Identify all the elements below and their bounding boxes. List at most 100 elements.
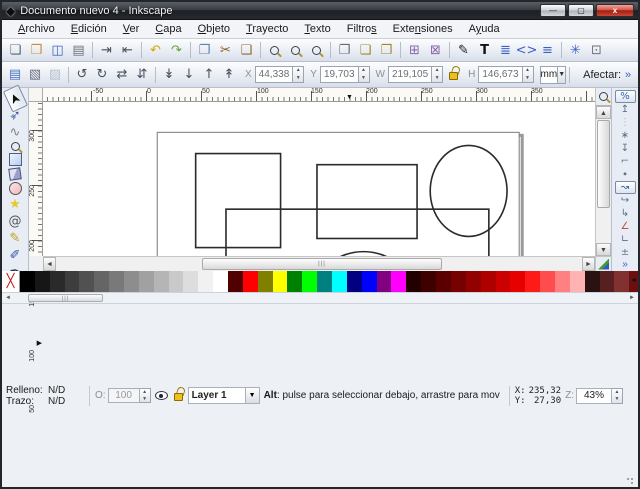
flip-vertical-icon[interactable]: ⇵ [132,65,152,84]
color-swatch[interactable] [406,271,421,292]
vertical-scroll-thumb[interactable] [597,120,610,208]
color-swatch[interactable] [183,271,198,292]
overflow-chevron[interactable]: » [622,259,628,270]
color-swatch[interactable] [525,271,540,292]
width-field[interactable]: 219,105 [388,66,432,83]
ellipse-tool[interactable] [4,181,27,196]
minimize-button[interactable]: — [540,4,566,17]
x-field-spinner[interactable]: ▲▼ [293,66,304,83]
rotate-ccw-icon[interactable]: ↺ [72,65,92,84]
layers-dialog-icon[interactable]: ≣ [495,41,516,60]
snap-nodes[interactable]: ↧ [615,142,636,155]
sticky-zoom-icon[interactable] [596,88,611,106]
spiral-tool[interactable]: @ [4,213,27,230]
duplicate-icon[interactable]: ❐ [334,41,355,60]
scroll-up-arrow[interactable]: ▲ [596,106,611,119]
snap-object-centers[interactable]: ∠ [615,220,636,233]
lower-to-bottom-icon[interactable]: ↡ [159,65,179,84]
palette-arrow-icon[interactable]: ◄ [629,271,638,292]
layer-lock-icon[interactable] [174,393,183,401]
close-button[interactable]: x [596,4,634,17]
color-swatch[interactable] [302,271,317,292]
fill-value[interactable]: N/D [48,385,78,396]
color-swatch[interactable] [332,271,347,292]
snap-midpoints[interactable]: ↳ [615,207,636,220]
undo-icon[interactable]: ↶ [145,41,166,60]
export-icon[interactable]: ⇤ [117,41,138,60]
vertical-scrollbar[interactable]: ▲ ▼ [595,88,611,256]
horizontal-scrollbar[interactable]: ◄ ||| ► [43,256,595,271]
scroll-down-arrow[interactable]: ▼ [596,243,611,256]
color-swatch[interactable] [258,271,273,292]
unit-select[interactable]: mm [540,66,559,84]
color-swatch[interactable] [377,271,392,292]
select-all-layers-icon[interactable]: ▧ [25,65,45,84]
unit-select-dropdown[interactable]: ▼ [558,66,566,84]
document-properties-icon[interactable]: ⊡ [586,41,607,60]
height-field-spinner[interactable]: ▲▼ [523,66,534,83]
deselect-icon[interactable]: ▨ [45,65,65,84]
menu-ver[interactable]: Ver [115,21,148,37]
no-color-swatch[interactable]: ╳ [2,271,20,292]
x-field[interactable]: 44,338 [255,66,294,83]
snap-enable[interactable]: % [615,90,636,103]
drawing-canvas[interactable] [43,102,595,256]
color-swatch[interactable] [600,271,615,292]
menu-capa[interactable]: Capa [147,21,189,37]
zoom-spinner[interactable]: ▲▼ [612,388,623,404]
color-swatch[interactable] [169,271,184,292]
rectangle-tool[interactable] [4,152,27,167]
color-swatch[interactable] [466,271,481,292]
fill-stroke-icon[interactable]: ✎ [453,41,474,60]
color-swatch[interactable] [496,271,511,292]
save-document-icon[interactable]: ◫ [47,41,68,60]
color-swatch[interactable] [451,271,466,292]
copy-icon[interactable]: ❐ [194,41,215,60]
color-swatch[interactable] [555,271,570,292]
snap-path-intersections[interactable]: ∙ [615,168,636,181]
horizontal-ruler[interactable]: -50050100150200250300350▼ [43,88,595,102]
width-field-spinner[interactable]: ▲▼ [432,66,443,83]
color-swatch[interactable] [94,271,109,292]
clone-icon[interactable]: ❏ [355,41,376,60]
rotate-cw-icon[interactable]: ↻ [92,65,112,84]
color-swatch[interactable] [35,271,50,292]
preferences-icon[interactable]: ✳ [565,41,586,60]
color-swatch[interactable] [287,271,302,292]
color-swatch[interactable] [570,271,585,292]
horizontal-scroll-thumb[interactable]: ||| [202,258,442,270]
snap-rotation-centers[interactable]: ∟ [615,233,636,246]
color-swatch[interactable] [65,271,80,292]
color-swatch[interactable] [228,271,243,292]
color-swatch[interactable] [213,271,228,292]
snap-cusp-nodes[interactable]: ↝ [615,181,636,194]
color-swatch[interactable] [50,271,65,292]
snap-bbox-edges[interactable]: ⋮ [615,116,636,129]
color-swatch[interactable] [436,271,451,292]
snap-grid[interactable]: ± [615,246,636,259]
color-swatch[interactable] [243,271,258,292]
palette-scroll-left[interactable]: ◄ [2,293,14,303]
group-icon[interactable]: ⊞ [404,41,425,60]
import-icon[interactable]: ⇥ [96,41,117,60]
unlink-clone-icon[interactable]: ❒ [376,41,397,60]
layer-visibility-eye-icon[interactable] [155,391,168,400]
3dbox-tool[interactable] [4,167,27,181]
xml-editor-icon[interactable]: <> [516,41,537,60]
color-swatch[interactable] [79,271,94,292]
menu-extensiones[interactable]: Extensiones [385,21,461,37]
color-swatch[interactable] [109,271,124,292]
opacity-spinner[interactable]: ▲▼ [140,388,151,403]
print-icon[interactable]: ▤ [68,41,89,60]
snap-paths[interactable]: ⌐ [615,155,636,168]
pen-tool[interactable]: ✐ [4,247,27,264]
raise-icon[interactable]: ↑ [199,65,219,84]
color-swatch[interactable] [347,271,362,292]
snap-smooth-nodes[interactable]: ↪ [615,194,636,207]
color-swatch[interactable] [540,271,555,292]
zoom-drawing-icon[interactable] [285,41,306,60]
align-dialog-icon[interactable]: ≡ [537,41,558,60]
lock-ratio-icon[interactable] [449,72,458,80]
palette-scroll-thumb[interactable]: ||| [28,294,103,302]
toolbar-overflow-chevron[interactable]: » [625,69,631,81]
